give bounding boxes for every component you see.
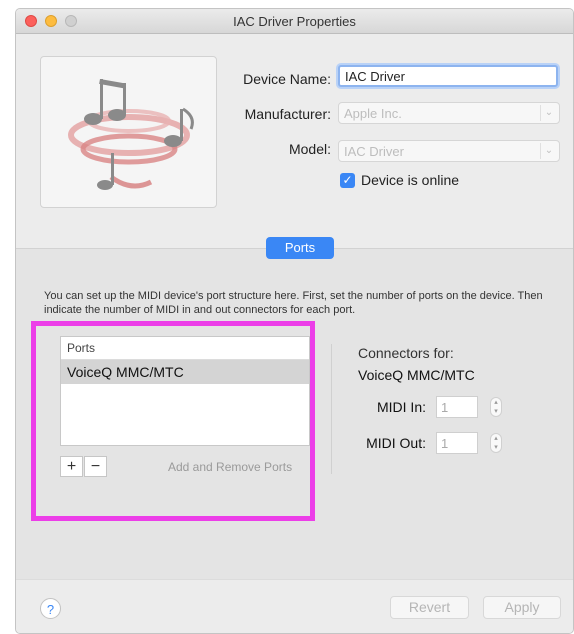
model-label: Model:	[288, 141, 331, 157]
ports-list[interactable]: Ports VoiceQ MMC/MTC	[60, 336, 310, 446]
model-popup[interactable]: IAC Driver ⌄	[338, 140, 560, 162]
remove-port-button[interactable]: −	[84, 456, 107, 477]
ports-list-header: Ports	[61, 337, 309, 360]
connectors-device-name: VoiceQ MMC/MTC	[358, 367, 475, 383]
window-title: IAC Driver Properties	[233, 14, 356, 29]
add-port-button[interactable]: +	[60, 456, 83, 477]
chevron-down-icon: ⌄	[540, 143, 557, 159]
midi-out-field[interactable]: 1	[436, 432, 478, 454]
chevron-down-icon: ⌄	[540, 105, 557, 121]
midi-out-label: MIDI Out:	[366, 435, 426, 451]
title-bar[interactable]: IAC Driver Properties	[16, 9, 573, 34]
device-name-input[interactable]: IAC Driver	[338, 65, 558, 87]
midi-in-field[interactable]: 1	[436, 396, 478, 418]
help-button[interactable]: ?	[40, 598, 61, 619]
footer-bar: ? Revert Apply	[16, 579, 573, 633]
manufacturer-label: Manufacturer:	[244, 106, 331, 122]
manufacturer-value: Apple Inc.	[344, 106, 402, 121]
manufacturer-popup[interactable]: Apple Inc. ⌄	[338, 102, 560, 124]
model-value: IAC Driver	[344, 144, 404, 159]
device-info-section: Device Name: IAC Driver Manufacturer: Ap…	[16, 34, 573, 244]
ports-description: You can set up the MIDI device's port st…	[44, 290, 543, 316]
apply-button[interactable]: Apply	[483, 596, 561, 619]
midi-in-label: MIDI In:	[376, 399, 426, 415]
midi-out-stepper[interactable]: ▴ ▾	[490, 433, 502, 453]
device-online-checkbox[interactable]: ✓	[340, 173, 355, 188]
add-remove-ports-label: Add and Remove Ports	[168, 460, 293, 474]
connectors-label: Connectors for:	[358, 345, 454, 361]
device-online-label[interactable]: Device is online	[361, 172, 459, 188]
iac-driver-window: IAC Driver Properties Device Name: IAC D…	[15, 8, 574, 634]
midi-in-stepper[interactable]: ▴ ▾	[490, 397, 502, 417]
ports-section: You can set up the MIDI device's port st…	[16, 249, 573, 579]
revert-button[interactable]: Revert	[390, 596, 469, 619]
tab-ports[interactable]: Ports	[266, 237, 334, 259]
device-name-label: Device Name:	[243, 71, 331, 87]
list-item[interactable]: VoiceQ MMC/MTC	[61, 360, 309, 384]
vertical-divider	[331, 344, 332, 474]
